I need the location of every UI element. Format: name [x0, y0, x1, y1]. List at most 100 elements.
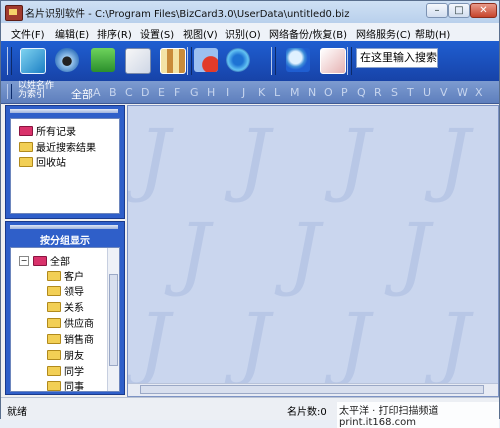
index-letter-b[interactable]: B [109, 86, 117, 99]
scrollbar-thumb[interactable] [140, 385, 484, 394]
menu-file[interactable]: 文件(F) [11, 26, 45, 41]
index-letter-k[interactable]: K [258, 86, 265, 99]
index-all[interactable]: 全部 [71, 86, 93, 102]
delete-card-button[interactable] [191, 45, 221, 75]
menu-backup[interactable]: 网络备份/恢复(B) [269, 26, 347, 41]
index-letter-r[interactable]: R [374, 86, 382, 99]
toolbar-separator-2 [271, 47, 276, 75]
card-list-area[interactable]: J J J J J J J J J J J [127, 105, 499, 397]
background-watermark: J [338, 112, 371, 205]
folder-icon [19, 157, 33, 167]
group-item[interactable]: 客户 [47, 268, 84, 283]
background-watermark: J [178, 206, 211, 299]
close-button[interactable]: ✕ [470, 3, 497, 18]
import-export-button[interactable] [88, 45, 118, 75]
group-item[interactable]: 供应商 [47, 315, 94, 330]
folder-icon [47, 381, 61, 391]
group-item[interactable]: 同事 [47, 378, 84, 391]
index-letter-f[interactable]: F [174, 86, 180, 99]
camera-icon [55, 48, 79, 72]
sync-button[interactable] [223, 45, 253, 75]
window-title: 名片识别软件 - C:\Program Files\BizCard3.0\Use… [25, 9, 350, 20]
tree-item-recent-search[interactable]: 最近搜索结果 [19, 139, 96, 154]
group-scrollbar[interactable] [107, 248, 119, 391]
background-watermark: J [288, 206, 321, 299]
folder-icon [47, 302, 61, 312]
title-bar: 名片识别软件 - C:\Program Files\BizCard3.0\Use… [1, 1, 499, 24]
folder-icon [47, 318, 61, 328]
index-letter-m[interactable]: M [290, 86, 300, 99]
index-letter-s[interactable]: S [391, 86, 398, 99]
index-letter-x[interactable]: X [475, 86, 483, 99]
group-item-label: 同学 [64, 367, 84, 378]
index-letter-j[interactable]: J [242, 86, 245, 99]
select-all-button[interactable] [157, 45, 187, 75]
app-logo-icon [5, 5, 23, 21]
mail-icon [125, 48, 151, 74]
background-watermark: J [138, 112, 171, 205]
select-all-icon [160, 48, 186, 74]
collapse-toggle[interactable]: − [19, 256, 29, 266]
index-letter-t[interactable]: T [407, 86, 414, 99]
group-item-label: 关系 [64, 303, 84, 314]
search-button[interactable] [283, 45, 313, 75]
folder-icon [47, 271, 61, 281]
group-item[interactable]: 销售商 [47, 331, 94, 346]
card-count: 名片数:0 [287, 407, 327, 418]
index-letter-n[interactable]: N [308, 86, 316, 99]
maximize-button[interactable]: □ [448, 3, 470, 18]
send-mail-button[interactable] [122, 45, 152, 75]
index-letter-w[interactable]: W [457, 86, 468, 99]
menu-settings[interactable]: 设置(S) [140, 26, 174, 41]
index-letter-g[interactable]: G [190, 86, 199, 99]
index-letter-u[interactable]: U [423, 86, 431, 99]
group-item-all[interactable]: 全部 [33, 253, 70, 268]
group-item[interactable]: 关系 [47, 299, 84, 314]
group-panel-title: 按分组显示 [40, 236, 90, 247]
sync-icon [226, 48, 250, 72]
index-letter-p[interactable]: P [341, 86, 348, 99]
scrollbar-thumb[interactable] [109, 274, 118, 366]
background-watermark: J [338, 296, 371, 389]
index-letter-h[interactable]: H [207, 86, 215, 99]
background-watermark: J [398, 206, 431, 299]
site-watermark: 太平洋 · 打印扫描频道 print.it168.com [337, 402, 499, 428]
menu-view[interactable]: 视图(V) [183, 26, 218, 41]
index-letter-v[interactable]: V [440, 86, 448, 99]
records-panel: 所有记录 最近搜索结果 回收站 [5, 105, 125, 219]
menu-help[interactable]: 帮助(H) [415, 26, 450, 41]
delete-card-icon [194, 48, 218, 72]
group-item[interactable]: 领导 [47, 283, 84, 298]
index-letter-e[interactable]: E [158, 86, 165, 99]
edit-card-button[interactable] [317, 45, 347, 75]
index-letter-c[interactable]: C [125, 86, 133, 99]
group-item-label: 领导 [64, 287, 84, 298]
tree-item-all-records[interactable]: 所有记录 [19, 123, 76, 138]
tree-item-recycle-bin[interactable]: 回收站 [19, 154, 66, 169]
group-item[interactable]: 同学 [47, 363, 84, 378]
search-input[interactable]: 在这里输入搜索 [356, 48, 438, 68]
index-letter-a[interactable]: A [93, 86, 101, 99]
minimize-button[interactable]: – [426, 3, 448, 18]
horizontal-scrollbar[interactable] [128, 383, 498, 396]
group-item[interactable]: 朋友 [47, 347, 84, 362]
menu-edit[interactable]: 编辑(E) [55, 26, 89, 41]
menu-recognize[interactable]: 识别(O) [225, 26, 261, 41]
index-letter-q[interactable]: Q [357, 86, 366, 99]
folder-icon [47, 334, 61, 344]
folder-icon [33, 256, 47, 266]
camera-button[interactable] [52, 45, 82, 75]
index-letter-i[interactable]: I [226, 86, 229, 99]
menu-sort[interactable]: 排序(R) [97, 26, 132, 41]
toolbar-separator-3 [347, 47, 352, 75]
menu-network-service[interactable]: 网络服务(C) [356, 26, 411, 41]
index-letter-d[interactable]: D [141, 86, 149, 99]
background-watermark: J [138, 296, 171, 389]
scan-card-button[interactable] [17, 45, 47, 75]
records-tree: 所有记录 最近搜索结果 回收站 [10, 118, 120, 214]
index-letter-l[interactable]: L [274, 86, 280, 99]
alphabar-grip[interactable] [7, 84, 12, 99]
menu-bar: 文件(F) 编辑(E) 排序(R) 设置(S) 视图(V) 识别(O) 网络备份… [1, 23, 499, 42]
toolbar-grip[interactable] [7, 47, 12, 75]
index-letter-o[interactable]: O [324, 86, 333, 99]
